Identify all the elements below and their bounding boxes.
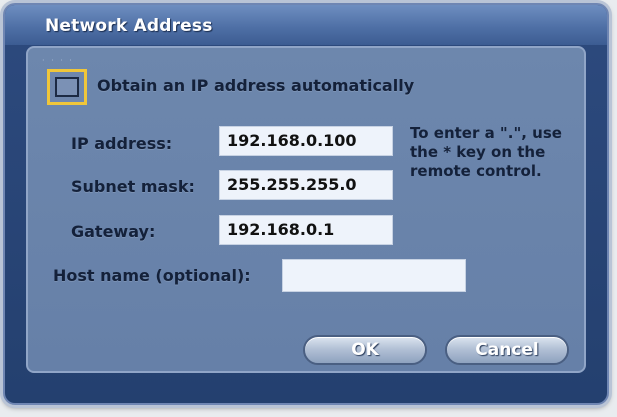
host-name-label: Host name (optional): xyxy=(53,266,251,285)
hint-line-2: the * key on the xyxy=(410,143,546,161)
dot-entry-hint: To enter a ".", use the * key on the rem… xyxy=(410,124,590,181)
subnet-mask-label: Subnet mask: xyxy=(71,177,195,196)
title-bar: Network Address xyxy=(5,5,607,45)
subnet-mask-field[interactable]: 255.255.255.0 xyxy=(219,170,393,200)
gateway-label: Gateway: xyxy=(71,222,156,241)
auto-ip-checkbox[interactable] xyxy=(47,69,87,105)
ip-address-label: IP address: xyxy=(71,134,173,153)
hint-line-1: To enter a ".", use xyxy=(410,124,562,142)
ok-button[interactable]: OK xyxy=(303,335,427,365)
hint-line-3: remote control. xyxy=(410,162,542,180)
panel-corner-decoration: · · · · xyxy=(42,56,74,65)
settings-panel xyxy=(26,46,586,373)
checkbox-box xyxy=(55,77,79,97)
ip-address-field[interactable]: 192.168.0.100 xyxy=(219,126,393,156)
gateway-field[interactable]: 192.168.0.1 xyxy=(219,215,393,245)
cancel-button[interactable]: Cancel xyxy=(445,335,569,365)
host-name-field[interactable] xyxy=(282,259,466,292)
dialog-title: Network Address xyxy=(45,16,213,36)
auto-ip-label: Obtain an IP address automatically xyxy=(97,76,415,95)
